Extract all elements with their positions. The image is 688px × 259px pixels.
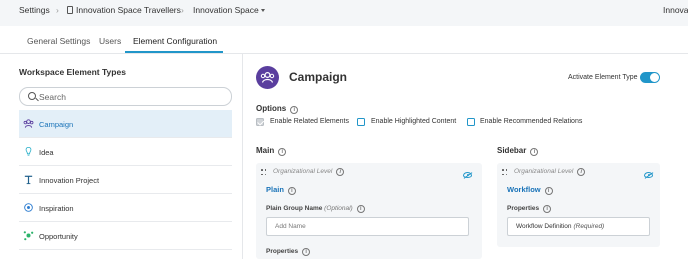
info-icon[interactable]: i bbox=[544, 187, 553, 195]
book-icon bbox=[67, 6, 73, 14]
sidebar-card: Organizational Level i Workflow i Properti… bbox=[497, 163, 660, 247]
element-type-campaign[interactable]: Campaign bbox=[19, 110, 232, 138]
info-icon[interactable]: i bbox=[302, 248, 311, 256]
inspiration-icon bbox=[24, 203, 33, 212]
search-box[interactable] bbox=[19, 87, 232, 106]
element-type-label: Campaign bbox=[39, 120, 74, 129]
element-types-title: Workspace Element Types bbox=[19, 67, 126, 77]
element-type-innovation-project[interactable]: Innovation Project bbox=[19, 166, 232, 194]
people-icon bbox=[260, 71, 275, 83]
toggle-knob bbox=[650, 73, 659, 82]
workflow-definition-field[interactable]: Workflow Definition (Required) bbox=[507, 217, 650, 236]
breadcrumb-cut-off: Innova bbox=[663, 5, 688, 15]
panel-divider bbox=[242, 54, 243, 259]
element-type-inspiration[interactable]: Inspiration bbox=[19, 194, 232, 222]
element-type-label: Idea bbox=[39, 148, 54, 157]
enable-highlighted-content-checkbox[interactable] bbox=[357, 118, 365, 126]
enable-related-elements-label: Enable Related Elements bbox=[270, 118, 349, 125]
tab-general-settings[interactable]: General Settings bbox=[27, 36, 90, 46]
drag-handle-icon[interactable] bbox=[261, 169, 267, 176]
eye-slash-icon[interactable] bbox=[644, 172, 653, 178]
activate-element-type-toggle[interactable] bbox=[640, 72, 660, 83]
main-section-heading: Main i bbox=[256, 146, 287, 156]
opportunity-icon bbox=[23, 231, 34, 241]
workflow-heading: Workflow i bbox=[507, 185, 553, 195]
plain-group-name-label: Plain Group Name (Optional) i bbox=[266, 205, 365, 213]
element-type-opportunity[interactable]: Opportunity bbox=[19, 222, 232, 250]
enable-recommended-relations-label: Enable Recommended Relations bbox=[480, 118, 583, 125]
info-icon[interactable]: i bbox=[543, 205, 552, 213]
plain-heading: Plain i bbox=[266, 185, 296, 195]
chevron-down-icon bbox=[260, 9, 265, 12]
tab-element-configuration[interactable]: Element Configuration bbox=[133, 36, 217, 46]
sidebar-section-heading: Sidebar i bbox=[497, 146, 539, 156]
tab-bar: General Settings Users Element Configura… bbox=[0, 26, 688, 54]
properties-label: Properties i bbox=[266, 248, 311, 256]
element-type-label: Opportunity bbox=[39, 232, 78, 241]
org-level-label: Organizational Level i bbox=[273, 168, 345, 176]
info-icon[interactable]: i bbox=[356, 205, 365, 213]
chevron-right-icon: › bbox=[181, 5, 184, 15]
options-heading: Options i bbox=[256, 104, 299, 114]
activate-element-type-label: Activate Element Type bbox=[568, 74, 638, 81]
info-icon[interactable]: i bbox=[530, 148, 539, 156]
info-icon[interactable]: i bbox=[278, 148, 287, 156]
element-type-label: Inspiration bbox=[39, 204, 74, 213]
breadcrumb-settings[interactable]: Settings bbox=[19, 5, 50, 15]
page-title: Campaign bbox=[289, 70, 348, 84]
info-icon[interactable]: i bbox=[287, 187, 296, 195]
chevron-right-icon: › bbox=[56, 5, 59, 15]
org-level-label: Organizational Level i bbox=[514, 168, 586, 176]
properties-label: Properties i bbox=[507, 205, 552, 213]
plain-group-name-input[interactable] bbox=[266, 217, 469, 236]
info-icon[interactable]: i bbox=[336, 168, 345, 176]
element-type-label: Innovation Project bbox=[39, 176, 100, 185]
campaign-avatar bbox=[256, 66, 279, 89]
drag-handle-icon[interactable] bbox=[502, 169, 508, 176]
breadcrumb: Settings › Innovation Space Travellers ›… bbox=[0, 0, 688, 22]
element-type-idea[interactable]: Idea bbox=[19, 138, 232, 166]
enable-highlighted-content-label: Enable Highlighted Content bbox=[371, 118, 457, 125]
eye-slash-icon[interactable] bbox=[463, 172, 472, 178]
info-icon[interactable]: i bbox=[577, 168, 586, 176]
campaign-icon bbox=[23, 119, 34, 128]
enable-recommended-relations-checkbox[interactable] bbox=[467, 118, 475, 126]
project-icon bbox=[24, 175, 33, 185]
active-tab-indicator bbox=[125, 51, 223, 53]
enable-related-elements-checkbox[interactable] bbox=[256, 118, 264, 126]
main-card: Organizational Level i Plain i Plain Group… bbox=[256, 163, 482, 259]
breadcrumb-workspace[interactable]: Innovation Space Travellers bbox=[67, 5, 181, 15]
search-input[interactable] bbox=[39, 91, 219, 103]
tab-users[interactable]: Users bbox=[99, 36, 121, 46]
info-icon[interactable]: i bbox=[290, 106, 299, 114]
lightbulb-icon bbox=[25, 146, 32, 156]
breadcrumb-space-dropdown[interactable]: Innovation Space bbox=[193, 5, 265, 15]
search-icon bbox=[28, 92, 36, 100]
